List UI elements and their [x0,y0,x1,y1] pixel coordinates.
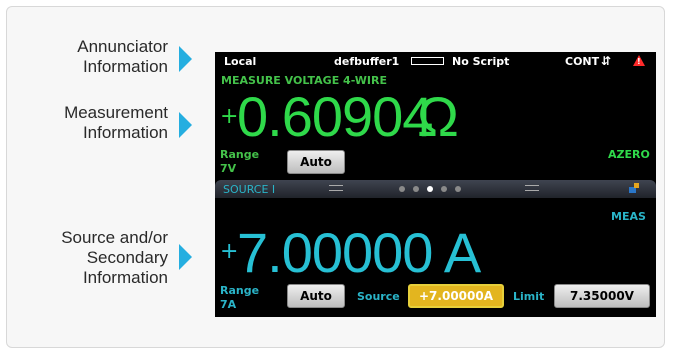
swipe-dot-5[interactable] [455,186,461,192]
measure-range-label: Range 7V [220,148,259,176]
callout-annunciator-line1: Annunciator [77,37,168,56]
swipe-dot-2[interactable] [413,186,419,192]
source-value-field[interactable]: +7.00000A [408,284,504,308]
measure-range-value: 7V [220,162,237,175]
measurement-arrow-icon [179,112,192,138]
callout-source-line1: Source and/or [61,228,168,247]
measure-value: 0.60904 [237,85,433,148]
source-range-label: Range 7A [220,284,259,312]
source-label: Source [357,290,400,303]
measure-sign: + [220,104,239,129]
instrument-screen: Local defbuffer1 No Script CONT ⇵ ! MEAS… [215,52,656,317]
swipe-title: SOURCE I [223,183,276,196]
swipe-handle-left-icon [329,185,343,191]
callout-source-line3: Information [82,268,168,287]
source-sign: + [220,239,239,264]
source-range-button[interactable]: Auto [287,284,345,308]
settings-shortcut-icon[interactable] [628,182,640,194]
measure-range-button[interactable]: Auto [287,150,345,174]
measure-panel: MEASURE VOLTAGE 4-WIRE + 0.60904 Ω Range… [215,70,656,180]
limit-value-button[interactable]: 7.35000V [554,284,650,308]
callout-measurement: Measurement Information [64,103,168,143]
status-buffer[interactable]: defbuffer1 [334,55,399,68]
source-arrow-icon [179,244,192,270]
callout-annunciator-line2: Information [82,57,168,76]
cycle-icon: ⇵ [601,54,612,68]
callout-annunciator: Annunciator Information [77,37,168,77]
status-script[interactable]: No Script [452,55,509,68]
buffer-fill-bar [411,57,444,65]
callout-measurement-line1: Measurement [64,103,168,122]
meas-indicator: MEAS [611,210,646,223]
callout-measurement-line2: Information [82,123,168,142]
warning-mark: ! [637,57,641,66]
limit-label: Limit [513,290,545,303]
swipe-dot-4[interactable] [441,186,447,192]
swipe-dot-1[interactable] [399,186,405,192]
swipe-handle-right-icon [525,185,539,191]
source-panel: MEAS + 7.00000 A Range 7A Auto Source +7… [215,198,656,317]
annunciator-arrow-icon [179,46,192,72]
status-trigger[interactable]: CONT [565,55,599,68]
source-range-text: Range [220,284,260,297]
source-value: 7.00000 A [237,221,481,284]
measure-range-text: Range [220,148,260,161]
status-mode[interactable]: Local [224,55,256,68]
status-bar: Local defbuffer1 No Script CONT ⇵ ! [215,52,656,70]
callout-source-line2: Secondary [86,248,168,267]
callout-source: Source and/or Secondary Information [61,228,168,288]
swipe-bar[interactable]: SOURCE I [215,180,656,198]
source-range-value: 7A [220,298,237,311]
measure-unit: Ω [417,85,459,148]
swipe-dot-3[interactable] [427,186,433,192]
azero-indicator: AZERO [608,148,650,161]
